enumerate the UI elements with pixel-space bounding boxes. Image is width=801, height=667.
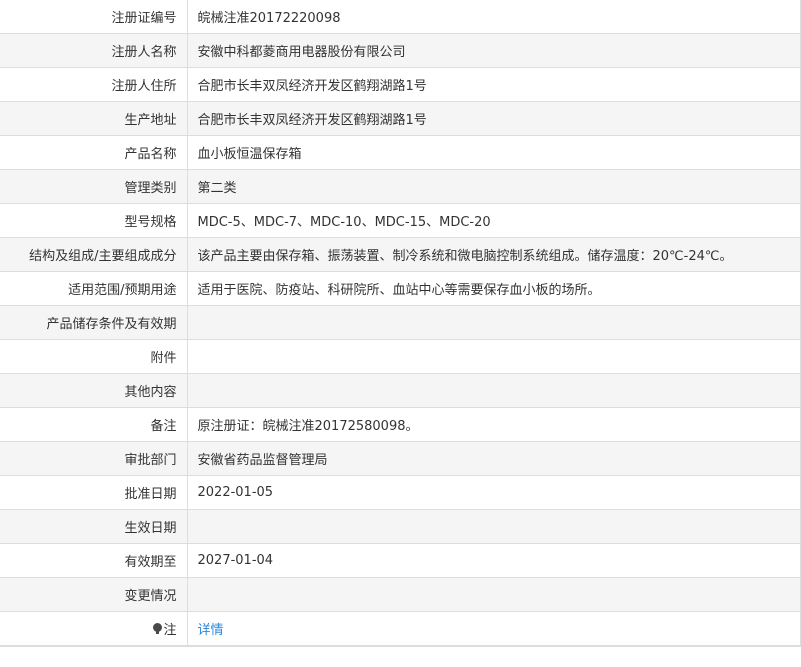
field-label: 产品储存条件及有效期 [0,305,188,340]
table-row: 产品储存条件及有效期 [0,305,801,340]
detail-table-body: 注册证编号 皖械注准20172220098 注册人名称 安徽中科都菱商用电器股份有限公… [0,0,801,646]
field-label: 注册人名称 [0,33,188,68]
field-value: 安徽省药品监督管理局 [186,441,801,476]
note-value-cell: 详情 [186,611,801,646]
field-value: 安徽中科都菱商用电器股份有限公司 [186,33,801,68]
field-label: 附件 [0,339,188,374]
field-label: 注册人住所 [0,67,188,102]
field-value: 原注册证：皖械注准20172580098。 [186,407,801,442]
note-label: 注 [163,623,177,638]
table-row: 产品名称 血小板恒温保存箱 [0,135,801,170]
lightbulb-icon [153,623,163,635]
table-row: 结构及组成/主要组成成分 该产品主要由保存箱、振荡装置、制冷系统和微电脑控制系统组… [0,237,801,272]
table-row: 变更情况 [0,577,801,612]
field-label: 型号规格 [0,203,188,238]
field-value: 合肥市长丰双凤经济开发区鹤翔湖路1号 [186,67,801,102]
note-label-cell: 注 [0,611,188,646]
table-row: 注册证编号 皖械注准20172220098 [0,0,801,34]
table-row: 有效期至 2027-01-04 [0,543,801,578]
field-label: 变更情况 [0,577,188,612]
field-label: 管理类别 [0,169,188,204]
field-value: 皖械注准20172220098 [186,0,801,34]
field-label: 生产地址 [0,101,188,136]
field-value: 该产品主要由保存箱、振荡装置、制冷系统和微电脑控制系统组成。储存温度：20℃-2… [186,237,801,272]
field-label: 生效日期 [0,509,188,544]
field-label: 适用范围/预期用途 [0,271,188,306]
details-link[interactable]: 详情 [198,623,224,638]
field-value: 第二类 [186,169,801,204]
field-label: 其他内容 [0,373,188,408]
field-label: 审批部门 [0,441,188,476]
field-value: 2027-01-04 [186,543,801,578]
field-value: MDC-5、MDC-7、MDC-10、MDC-15、MDC-20 [186,203,801,238]
field-value [186,577,801,612]
table-row: 生产地址 合肥市长丰双凤经济开发区鹤翔湖路1号 [0,101,801,136]
table-row: 型号规格 MDC-5、MDC-7、MDC-10、MDC-15、MDC-20 [0,203,801,238]
table-row: 审批部门 安徽省药品监督管理局 [0,441,801,476]
note-row: 注 详情 [0,611,801,646]
field-value: 适用于医院、防疫站、科研院所、血站中心等需要保存血小板的场所。 [186,271,801,306]
table-row: 注册人名称 安徽中科都菱商用电器股份有限公司 [0,33,801,68]
field-value: 2022-01-05 [186,475,801,510]
field-value [186,305,801,340]
table-row: 备注 原注册证：皖械注准20172580098。 [0,407,801,442]
field-label: 批准日期 [0,475,188,510]
field-label: 产品名称 [0,135,188,170]
bottom-divider [0,646,801,647]
field-value: 合肥市长丰双凤经济开发区鹤翔湖路1号 [186,101,801,136]
table-row: 注册人住所 合肥市长丰双凤经济开发区鹤翔湖路1号 [0,67,801,102]
field-label: 注册证编号 [0,0,188,34]
registration-detail-table: 注册证编号 皖械注准20172220098 注册人名称 安徽中科都菱商用电器股份有限公… [0,0,801,646]
table-row: 其他内容 [0,373,801,408]
table-row: 批准日期 2022-01-05 [0,475,801,510]
table-row: 附件 [0,339,801,374]
field-value [186,509,801,544]
table-row: 管理类别 第二类 [0,169,801,204]
field-value [186,339,801,374]
field-label: 结构及组成/主要组成成分 [0,237,188,272]
table-row: 生效日期 [0,509,801,544]
field-label: 备注 [0,407,188,442]
table-row: 适用范围/预期用途 适用于医院、防疫站、科研院所、血站中心等需要保存血小板的场所。 [0,271,801,306]
field-label: 有效期至 [0,543,188,578]
field-value [186,373,801,408]
field-value: 血小板恒温保存箱 [186,135,801,170]
